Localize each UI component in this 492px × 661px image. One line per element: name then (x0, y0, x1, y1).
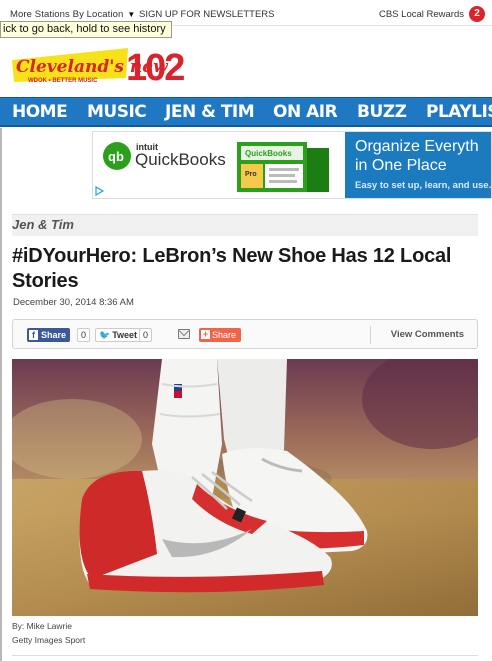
facebook-icon: f (29, 330, 38, 340)
section-label[interactable]: Jen & Tim (12, 217, 74, 232)
nav-item-music[interactable]: MUSIC (87, 102, 147, 122)
back-button-tooltip: ick to go back, hold to see history (0, 21, 172, 38)
section-header-bar (12, 214, 478, 236)
toolbar-divider (370, 326, 371, 344)
rewards-count-badge[interactable]: 2 (469, 6, 485, 22)
page-left-border (0, 128, 2, 661)
tweet-label: Tweet (112, 330, 138, 340)
svg-text:Pro: Pro (245, 171, 257, 178)
main-nav: HOME MUSIC JEN & TIM ON AIR BUZZ PLAYLIS (0, 97, 492, 127)
plus-icon: + (201, 329, 210, 339)
rewards-link[interactable]: CBS Local Rewards (379, 9, 464, 20)
tweet-button[interactable]: 🐦 Tweet (95, 328, 143, 342)
adchoices-icon[interactable] (94, 186, 104, 196)
nav-item-home[interactable]: HOME (12, 102, 68, 122)
station-logo[interactable]: Cleveland's new WDOK • BETTER MUSIC 102 (8, 40, 190, 90)
photo-credit-author: By: Mike Lawrie (12, 621, 72, 631)
quickbooks-logo-icon: qb (103, 142, 131, 170)
ad-brand: QuickBooks (135, 150, 226, 169)
facebook-share-label: Share (41, 330, 67, 340)
content-divider (12, 655, 478, 656)
email-icon[interactable] (178, 329, 190, 339)
logo-tagline: WDOK • BETTER MUSIC (28, 78, 98, 84)
twitter-icon: 🐦 (99, 330, 111, 340)
article-date: December 30, 2014 8:36 AM (13, 297, 134, 308)
facebook-share-button[interactable]: f Share (27, 328, 71, 342)
facebook-share-count: 0 (77, 328, 91, 342)
svg-text:QuickBooks: QuickBooks (245, 149, 292, 158)
article-photo[interactable] (12, 359, 478, 616)
nav-item-on-air[interactable]: ON AIR (273, 102, 338, 122)
nba-logo-red (174, 391, 182, 398)
logo-number: 102 (126, 47, 184, 89)
ad-headline-1: Organize Everyth (355, 138, 479, 155)
tweet-count: 0 (139, 328, 153, 342)
photo-credit-source: Getty Images Sport (12, 635, 86, 645)
nav-item-buzz[interactable]: BUZZ (357, 102, 407, 122)
nav-item-jen-tim[interactable]: JEN & TIM (165, 102, 255, 122)
ad-subline: Easy to set up, learn, and use. (355, 180, 492, 191)
product-box-image: QuickBooks Pro (237, 142, 329, 192)
addthis-share-label: Share (212, 330, 237, 340)
nav-item-playlist[interactable]: PLAYLIS (426, 102, 492, 122)
chevron-down-icon: ▼ (127, 10, 136, 19)
addthis-share-button[interactable]: + Share (199, 328, 242, 342)
article-headline: #iDYourHero: LeBron’s New Shoe Has 12 Lo… (12, 245, 452, 292)
view-comments-link[interactable]: View Comments (391, 329, 464, 340)
newsletter-link[interactable]: SIGN UP FOR NEWSLETTERS (139, 9, 274, 20)
qb-glyph-icon: qb (108, 149, 124, 164)
ad-headline-2: in One Place (355, 157, 447, 174)
stations-dropdown[interactable]: More Stations By Location ▼ (10, 9, 135, 20)
share-toolbar: f Share 0 🐦 Tweet 0 + Share View Comments (12, 319, 478, 349)
ad-message-panel: Organize Everyth in One Place Easy to se… (345, 132, 492, 198)
stations-label: More Stations By Location (10, 9, 124, 20)
svg-text:qb: qb (108, 149, 124, 164)
advertisement-banner[interactable]: qb intuit QuickBooks QuickBooks Pro Orga… (92, 131, 492, 199)
